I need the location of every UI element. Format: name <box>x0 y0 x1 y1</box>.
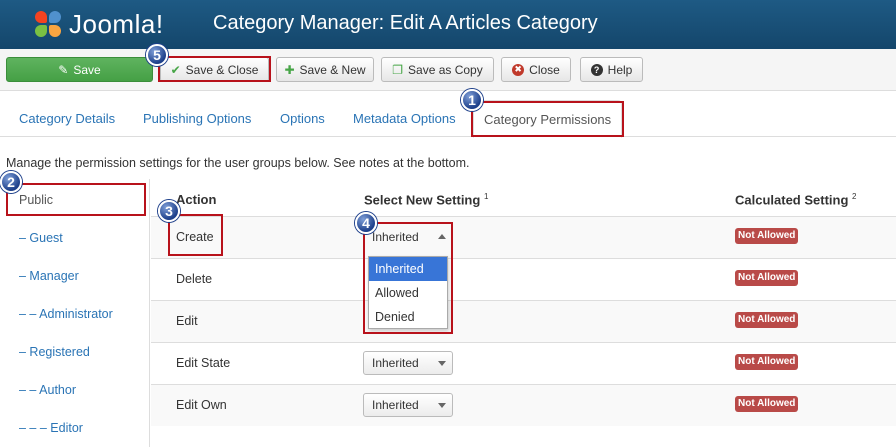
header-select-setting: Select New Setting 1 <box>364 192 488 207</box>
group-editor[interactable]: – – – Editor <box>19 421 83 435</box>
tab-bar: Category Details Publishing Options Opti… <box>0 100 896 138</box>
step-marker: 5 <box>146 44 168 66</box>
joomla-logo-icon <box>33 9 63 39</box>
step-marker: 2 <box>0 171 22 193</box>
highlight-setting-dropdown <box>363 222 453 334</box>
plus-icon: ✚ <box>284 62 295 77</box>
save-button[interactable]: ✎ Save <box>6 57 153 82</box>
header-action: Action <box>176 192 217 207</box>
close-icon: ✖ <box>512 63 525 76</box>
logo-text: Joomla! <box>69 8 164 39</box>
action-name: Edit <box>176 314 198 328</box>
tab-publishing-options[interactable]: Publishing Options <box>143 100 251 137</box>
table-row: Create Inherited Not Allowed <box>151 216 896 258</box>
table-row: Edit Not Allowed <box>151 300 896 342</box>
footnote-ref: 2 <box>852 192 857 201</box>
action-name: Delete <box>176 272 213 286</box>
save-copy-label: Save as Copy <box>408 62 483 77</box>
group-author[interactable]: – – Author <box>19 383 76 397</box>
header-select-setting-label: Select New Setting <box>364 192 481 208</box>
chevron-down-icon <box>438 361 446 366</box>
permissions-intro: Manage the permission settings for the u… <box>6 156 470 170</box>
copy-icon: ❐ <box>392 62 404 77</box>
action-name: Edit State <box>176 356 231 370</box>
tab-metadata-options[interactable]: Metadata Options <box>353 100 456 137</box>
save-label: Save <box>73 62 101 77</box>
tab-options[interactable]: Options <box>280 100 325 137</box>
highlight-create-action <box>168 214 223 256</box>
header-calculated-setting: Calculated Setting 2 <box>735 192 857 207</box>
help-label: Help <box>607 62 633 77</box>
step-marker: 4 <box>355 212 377 234</box>
joomla-logo[interactable]: Joomla! <box>33 7 193 41</box>
group-registered[interactable]: – Registered <box>19 345 90 359</box>
highlight-permissions-tab <box>471 101 624 137</box>
header-calculated-label: Calculated Setting <box>735 192 849 208</box>
save-new-label: Save & New <box>299 62 366 77</box>
group-administrator[interactable]: – – Administrator <box>19 307 113 321</box>
group-guest[interactable]: – Guest <box>19 231 63 245</box>
setting-value: Inherited <box>372 356 419 370</box>
table-row: Edit State Inherited Not Allowed <box>151 342 896 384</box>
group-manager[interactable]: – Manager <box>19 269 79 283</box>
help-icon: ? <box>590 63 603 76</box>
calculated-badge: Not Allowed <box>735 312 799 328</box>
help-button[interactable]: ? Help <box>580 57 643 82</box>
calculated-badge: Not Allowed <box>735 228 799 244</box>
page-title: Category Manager: Edit A Articles Catego… <box>213 12 598 34</box>
edit-icon: ✎ <box>58 62 69 77</box>
table-row: Delete Not Allowed <box>151 258 896 300</box>
calculated-badge: Not Allowed <box>735 354 799 370</box>
highlight-save-close <box>158 56 271 82</box>
step-marker: 1 <box>461 89 483 111</box>
step-marker: 3 <box>158 200 180 222</box>
highlight-public-group <box>6 183 146 216</box>
toolbar: ✎ Save ✔ Save & Close ✚ Save & New ❐ Sav… <box>0 49 896 91</box>
calculated-badge: Not Allowed <box>735 396 799 412</box>
footnote-ref: 1 <box>483 192 489 201</box>
calculated-badge: Not Allowed <box>735 270 799 286</box>
action-name: Edit Own <box>176 398 227 412</box>
save-new-button[interactable]: ✚ Save & New <box>276 57 374 82</box>
tab-category-details[interactable]: Category Details <box>19 100 115 137</box>
user-group-list: Public – Guest – Manager – – Administrat… <box>0 179 150 447</box>
setting-select[interactable]: Inherited <box>363 351 453 375</box>
setting-select[interactable]: Inherited <box>363 393 453 417</box>
save-copy-button[interactable]: ❐ Save as Copy <box>381 57 494 82</box>
close-label: Close <box>529 62 560 77</box>
table-row: Edit Own Inherited Not Allowed <box>151 384 896 426</box>
close-button[interactable]: ✖ Close <box>501 57 571 82</box>
setting-value: Inherited <box>372 398 419 412</box>
chevron-down-icon <box>438 403 446 408</box>
app-header: Joomla! Category Manager: Edit A Article… <box>0 0 896 49</box>
